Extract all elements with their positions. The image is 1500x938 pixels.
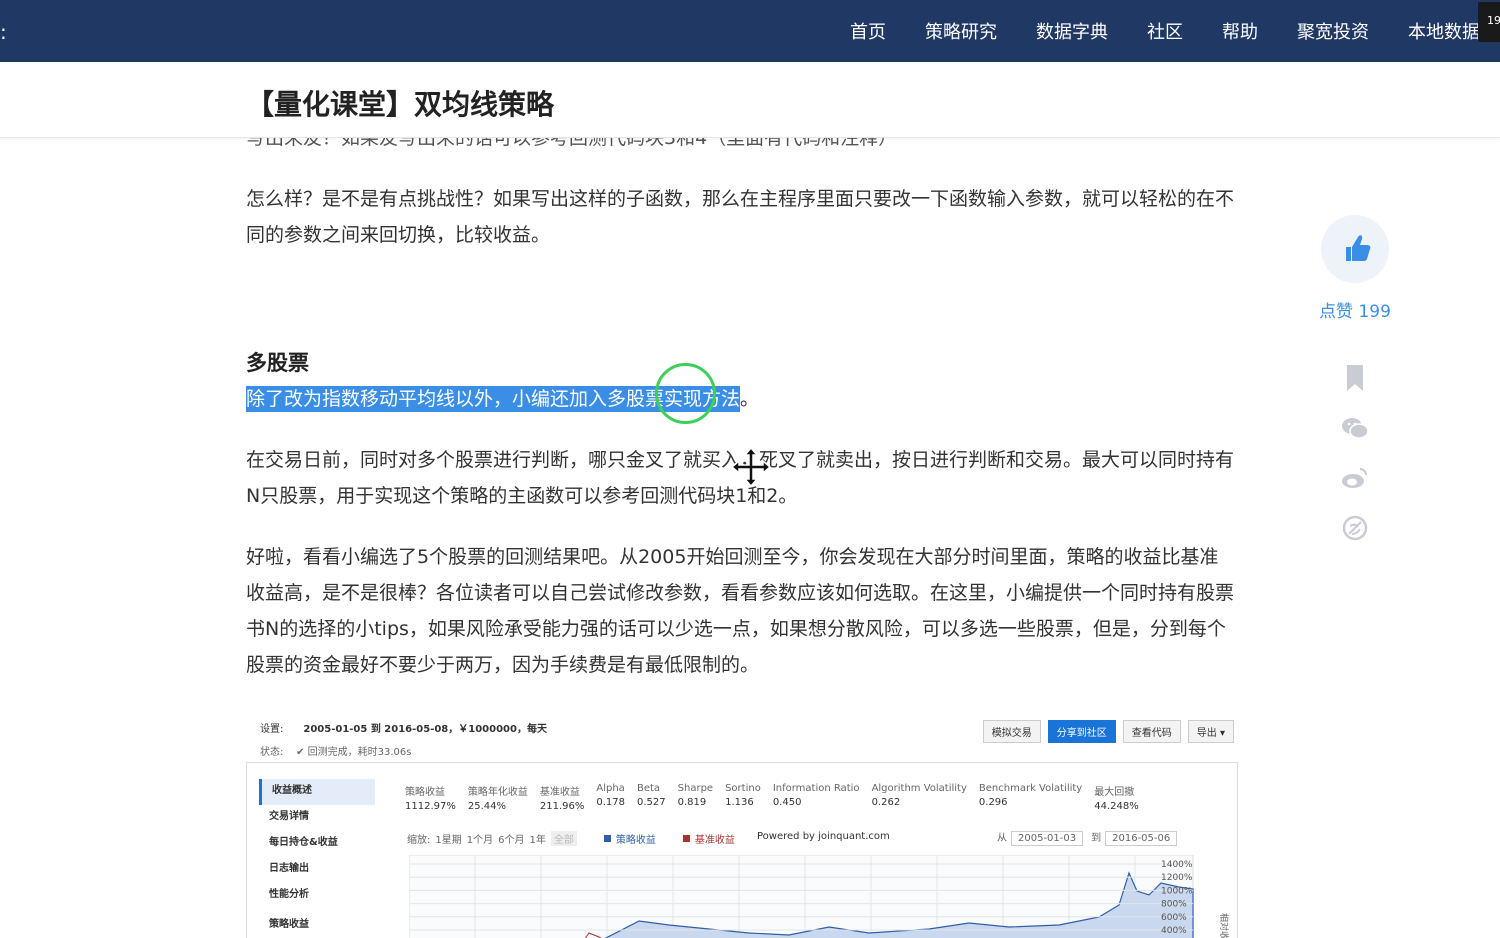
metric: 最大回撤 44.248% bbox=[1094, 783, 1139, 812]
title-bar: 【量化课堂】双均线策略 bbox=[0, 62, 1500, 138]
section-heading: 多股票 bbox=[246, 351, 309, 375]
metric-value: 1.136 bbox=[725, 797, 754, 808]
page-title: 【量化课堂】双均线策略 bbox=[246, 88, 555, 121]
metric-value: 0.819 bbox=[677, 797, 707, 808]
view-code-button: 查看代码 bbox=[1122, 720, 1181, 743]
side-item: 日志输出 bbox=[269, 863, 309, 874]
returns-chart: 1400% 1200% 1000% 800% 600% 400% 相对收益 bbox=[409, 855, 1230, 938]
y-tick-label: 600% bbox=[1161, 913, 1187, 923]
nav-item-community[interactable]: 社区 bbox=[1147, 18, 1183, 44]
wechat-icon[interactable] bbox=[1340, 413, 1370, 443]
backtest-panel: 收益概述 交易详情 每日持仓&收益 日志输出 性能分析 策略收益 策略收益 111… bbox=[246, 762, 1238, 938]
y-tick-label: 400% bbox=[1161, 926, 1187, 936]
metric-label: Alpha bbox=[596, 783, 625, 794]
side-item: 策略收益 bbox=[269, 919, 309, 930]
metric-value: 0.178 bbox=[596, 797, 625, 808]
bookmark-icon[interactable] bbox=[1340, 363, 1370, 393]
metric: Benchmark Volatility 0.296 bbox=[979, 783, 1082, 812]
move-cursor-icon bbox=[730, 446, 772, 488]
zoom-option: 6个月 bbox=[498, 835, 525, 846]
metric-label: 策略收益 bbox=[405, 787, 445, 798]
backtest-settings: 设置: 2005-01-05 到 2016-05-08，￥1000000，每天 bbox=[260, 724, 547, 735]
like-button[interactable] bbox=[1321, 215, 1389, 283]
nav-item-help[interactable]: 帮助 bbox=[1222, 18, 1258, 44]
backtest-buttons: 模拟交易 分享到社区 查看代码 导出 ▾ bbox=[976, 720, 1234, 743]
nav-item-joinquant-invest[interactable]: 聚宽投资 bbox=[1297, 18, 1369, 44]
metric: 基准收益 211.96% bbox=[540, 783, 585, 812]
nav-item-local-data[interactable]: 本地数据 bbox=[1408, 18, 1480, 44]
metric-label: Benchmark Volatility bbox=[978, 783, 1083, 794]
date-range: 从 2005-01-03 到 2016-05-06 bbox=[997, 829, 1185, 846]
zoom-option: 1个月 bbox=[466, 835, 494, 846]
menu-dots-icon[interactable]: : bbox=[0, 20, 7, 44]
legend-swatch bbox=[603, 835, 611, 842]
like-count[interactable]: 点赞 199 bbox=[1312, 297, 1398, 322]
y-axis-label: 相对收益 bbox=[1218, 913, 1230, 938]
side-item: 收益概述 bbox=[259, 779, 375, 805]
nav-menu: 首页 策略研究 数据字典 社区 帮助 聚宽投资 本地数据 bbox=[811, 0, 1480, 62]
metric-label: Information Ratio bbox=[772, 783, 860, 794]
nav-item-research[interactable]: 策略研究 bbox=[925, 18, 997, 44]
paper-trade-button: 模拟交易 bbox=[982, 720, 1041, 743]
metric-value: 211.96% bbox=[539, 801, 585, 812]
metric: Algorithm Volatility 0.262 bbox=[872, 783, 967, 812]
top-nav-bar: : 首页 策略研究 数据字典 社区 帮助 聚宽投资 本地数据 19 bbox=[0, 0, 1500, 62]
zoom-option: 1星期 bbox=[435, 835, 462, 846]
weibo-icon[interactable] bbox=[1340, 463, 1370, 493]
export-button: 导出 ▾ bbox=[1187, 720, 1234, 743]
y-tick-label: 1200% bbox=[1161, 873, 1193, 883]
highlight-tail: 。 bbox=[740, 388, 760, 410]
side-item: 性能分析 bbox=[269, 889, 309, 900]
article-body: 写出来友？如果友写出来的话可以参考回测代码块3和4（里面有代码和注释） 怎么样？… bbox=[246, 120, 1236, 683]
legend-label: 基准收益 bbox=[694, 835, 735, 846]
zoom-option: 1年 bbox=[529, 835, 546, 846]
metric-value: 44.248% bbox=[1094, 801, 1139, 812]
metric-label: Beta bbox=[637, 783, 661, 794]
click-indicator-ring bbox=[655, 363, 716, 424]
metric: Sortino 1.136 bbox=[725, 783, 761, 812]
legend-label: 策略收益 bbox=[615, 835, 656, 846]
metric: Beta 0.527 bbox=[637, 783, 666, 812]
nav-item-data-dictionary[interactable]: 数据字典 bbox=[1036, 18, 1108, 44]
article-paragraph: 好啦，看看小编选了5个股票的回测结果吧。从2005开始回测至今，你会发现在大部分… bbox=[246, 546, 1235, 676]
metric-value: 0.450 bbox=[772, 797, 802, 808]
corner-badge[interactable]: 19 bbox=[1478, 2, 1500, 42]
metric-label: 策略年化收益 bbox=[467, 787, 528, 798]
y-tick-label: 1000% bbox=[1161, 886, 1193, 896]
side-item: 交易详情 bbox=[269, 811, 309, 822]
metric-value: 1112.97% bbox=[405, 801, 456, 812]
metric-value: 0.262 bbox=[871, 797, 901, 808]
backtest-status: 状态: ✔ 回测完成，耗时33.06s bbox=[260, 747, 412, 758]
nav-item-home[interactable]: 首页 bbox=[850, 18, 886, 44]
powered-by: Powered by joinquant.com bbox=[757, 831, 890, 842]
metric-value: 25.44% bbox=[467, 801, 506, 812]
metric: Alpha 0.178 bbox=[596, 783, 625, 812]
metric-value: 0.527 bbox=[637, 797, 666, 808]
metric: 策略收益 1112.97% bbox=[405, 783, 456, 812]
metric: Sharpe 0.819 bbox=[678, 783, 713, 812]
metric: Information Ratio 0.450 bbox=[773, 783, 860, 812]
metrics-row: 策略收益 1112.97% 策略年化收益 25.44% 基准收益 211.96% Alpha… bbox=[405, 783, 1151, 812]
metric-label: Algorithm Volatility bbox=[871, 783, 967, 794]
share-community-button: 分享到社区 bbox=[1047, 720, 1116, 743]
metric-label: Sortino bbox=[725, 783, 761, 794]
metric-label: 基准收益 bbox=[539, 787, 580, 798]
y-tick-label: 1400% bbox=[1161, 860, 1193, 870]
article-paragraph: 怎么样？是不是有点挑战性？如果写出这样的子函数，那么在主程序里面只要改一下函数输… bbox=[246, 188, 1235, 246]
metric: 策略年化收益 25.44% bbox=[468, 783, 528, 812]
backtest-screenshot: 设置: 2005-01-05 到 2016-05-08，￥1000000，每天 状… bbox=[246, 712, 1240, 938]
backtest-side-menu: 收益概述 交易详情 每日持仓&收益 日志输出 性能分析 策略收益 bbox=[259, 779, 375, 938]
metric-value: 0.296 bbox=[978, 797, 1008, 808]
metric-label: Sharpe bbox=[677, 783, 714, 794]
zoom-controls: 缩放: 1星期 1个月 6个月 1年 全部 策略收益 基准收益 bbox=[407, 831, 740, 846]
thumbs-up-icon bbox=[1346, 235, 1371, 261]
zoom-option: 全部 bbox=[550, 831, 577, 846]
share-icon[interactable] bbox=[1340, 513, 1370, 543]
legend-swatch bbox=[682, 835, 690, 842]
side-item: 每日持仓&收益 bbox=[269, 837, 338, 848]
metric-label: 最大回撤 bbox=[1094, 787, 1135, 798]
article-paragraph-highlight: 除了改为指数移动平均线以外，小编还加入多股票实现方法。 bbox=[246, 381, 1236, 417]
y-tick-label: 800% bbox=[1161, 900, 1187, 910]
zoom-label: 缩放: bbox=[407, 835, 431, 846]
